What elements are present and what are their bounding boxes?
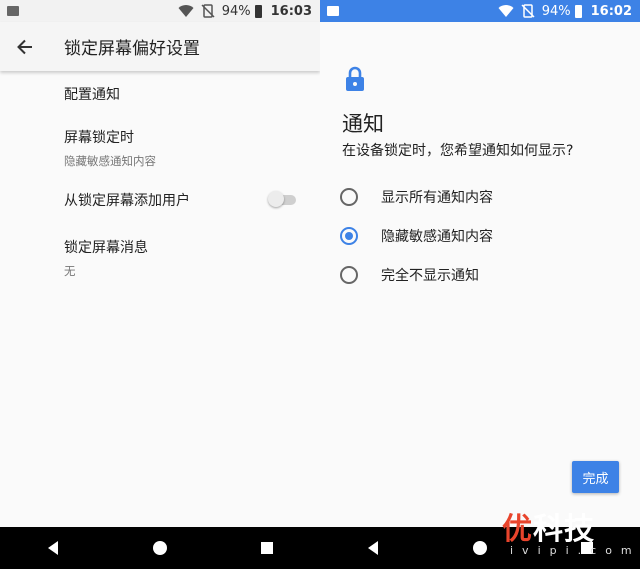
no-sim-icon	[201, 4, 215, 18]
clock: 16:02	[590, 3, 632, 19]
nav-back-icon	[48, 541, 59, 555]
nav-home-icon	[152, 541, 167, 555]
battery-percentage: 94%	[541, 3, 571, 19]
setting-summary: 无	[64, 264, 76, 278]
status-bar: 94% 16:03	[0, 0, 320, 22]
setting-add-users-from-lock-screen[interactable]: 从锁定屏幕添加用户	[64, 190, 300, 210]
option-label: 完全不显示通知	[381, 268, 479, 284]
left-screen: 94% 16:03 锁定屏幕偏好设置 配置通知 屏幕锁定时 隐藏敏感通知内容 从…	[0, 0, 320, 569]
battery-icon	[254, 4, 262, 18]
dialog-question: 在设备锁定时，您希望通知如何显示?	[342, 143, 574, 159]
back-arrow-icon	[17, 39, 32, 54]
setting-configure-notifications[interactable]: 配置通知	[64, 84, 300, 104]
radio-button-selected[interactable]	[340, 227, 358, 245]
setting-lock-screen-message[interactable]: 锁定屏幕消息 无	[64, 237, 300, 279]
watermark-logo: 优科技 ivipi.com	[502, 504, 636, 566]
nav-back-icon	[368, 541, 379, 555]
setting-title: 锁定屏幕消息	[64, 240, 148, 256]
nav-back-button[interactable]	[361, 536, 385, 560]
status-bar: 94% 16:02	[320, 0, 640, 22]
toggle-thumb	[268, 191, 284, 207]
clock: 16:03	[270, 3, 312, 19]
nav-back-button[interactable]	[41, 536, 65, 560]
nav-recents-icon	[260, 542, 273, 554]
nav-recents-button[interactable]	[255, 536, 279, 560]
radio-button[interactable]	[340, 188, 358, 206]
image-notification-icon	[327, 6, 339, 16]
option-show-all[interactable]: 显示所有通知内容	[340, 186, 493, 208]
option-label: 显示所有通知内容	[381, 190, 493, 206]
nav-home-icon	[472, 541, 487, 555]
nav-home-button[interactable]	[468, 536, 492, 560]
watermark-text: 优科技	[502, 504, 636, 548]
image-notification-icon	[7, 6, 19, 16]
add-users-toggle[interactable]	[268, 191, 296, 207]
lock-icon	[346, 66, 364, 91]
dialog-heading: 通知	[342, 112, 384, 136]
setting-title: 配置通知	[64, 87, 120, 103]
battery-icon	[574, 4, 582, 18]
navigation-bar	[0, 527, 320, 569]
option-hide-all[interactable]: 完全不显示通知	[340, 264, 479, 286]
no-sim-icon	[521, 4, 535, 18]
back-button[interactable]	[0, 22, 50, 71]
battery-percentage: 94%	[221, 3, 251, 19]
nav-home-button[interactable]	[148, 536, 172, 560]
radio-button[interactable]	[340, 266, 358, 284]
option-label: 隐藏敏感通知内容	[381, 229, 493, 245]
watermark-prefix: 优	[502, 512, 533, 547]
watermark-subtext: ivipi.com	[510, 544, 640, 557]
setting-when-locked[interactable]: 屏幕锁定时 隐藏敏感通知内容	[64, 127, 300, 169]
done-button[interactable]: 完成	[572, 461, 619, 493]
app-bar: 锁定屏幕偏好设置	[0, 22, 320, 71]
option-hide-sensitive[interactable]: 隐藏敏感通知内容	[340, 225, 493, 247]
wifi-icon	[498, 5, 514, 18]
watermark-rest: 科技	[533, 512, 595, 547]
setting-title: 从锁定屏幕添加用户	[64, 193, 190, 209]
page-title: 锁定屏幕偏好设置	[64, 39, 200, 59]
wifi-icon	[178, 5, 194, 18]
setting-summary: 隐藏敏感通知内容	[64, 154, 156, 168]
setting-title: 屏幕锁定时	[64, 130, 134, 146]
